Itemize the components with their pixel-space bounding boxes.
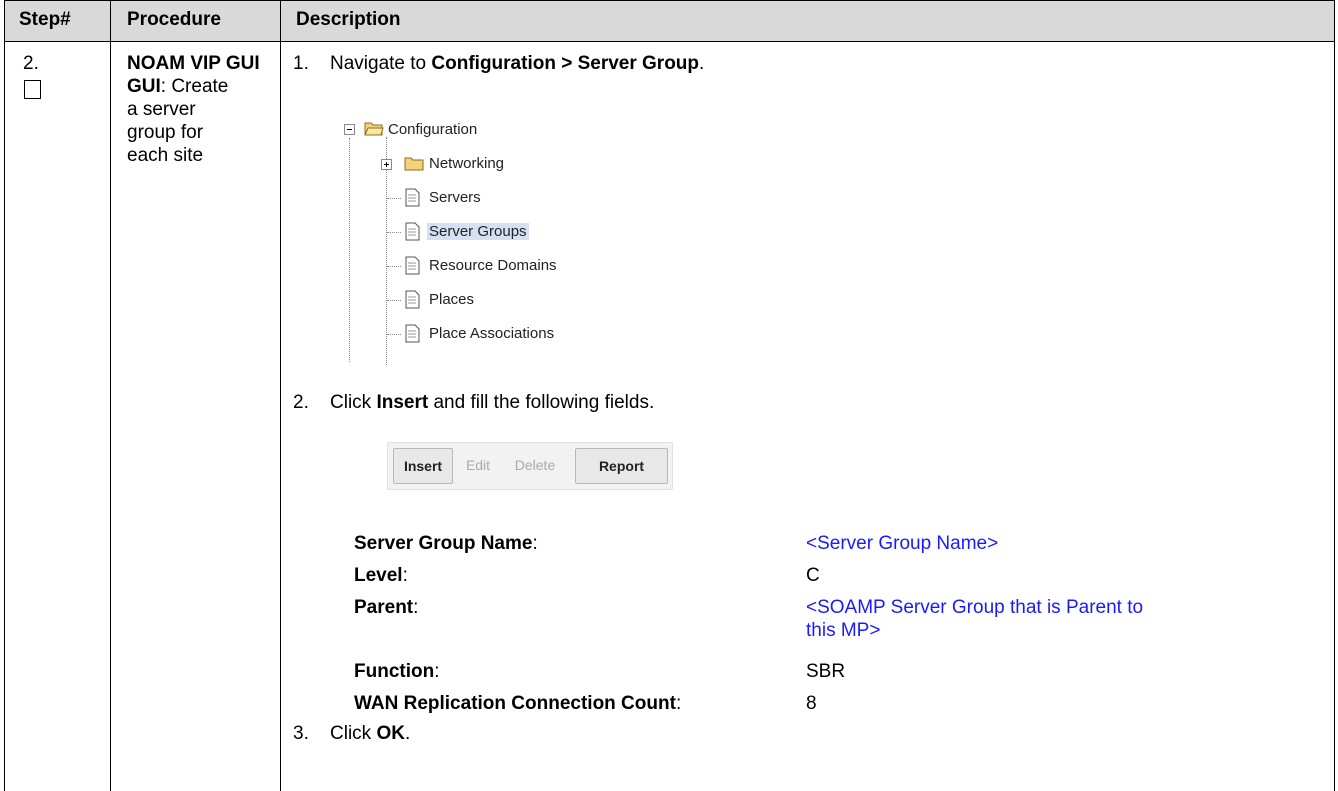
step1-path: Configuration > Server Group <box>431 53 700 74</box>
delete-button[interactable]: Delete <box>505 448 565 482</box>
field-label-server-group-name: Server Group Name: <box>354 533 538 554</box>
tree-connector <box>387 300 401 301</box>
table-top-border <box>4 0 1335 1</box>
step1-number: 1. <box>293 53 309 74</box>
collapse-icon[interactable] <box>344 124 355 135</box>
tree-connector <box>387 266 401 267</box>
tree-connector <box>387 334 401 335</box>
document-icon <box>405 188 420 207</box>
step2-action: Insert <box>376 392 429 413</box>
tree-guide-child <box>386 137 387 365</box>
field-value-parent: <SOAMP Server Group that is Parent to <box>806 597 1144 618</box>
field-label-level: Level: <box>354 565 408 586</box>
field-value-server-group-name: <Server Group Name> <box>806 533 999 554</box>
report-button[interactable]: Report <box>575 448 668 484</box>
step3-text: Click OK. <box>330 723 411 744</box>
step2-number: 2. <box>293 392 309 413</box>
procedure-title: NOAM VIP GUI <box>127 53 260 74</box>
field-value-wan-replication: 8 <box>806 693 817 714</box>
tree-connector <box>387 198 401 199</box>
step3-action: OK <box>376 723 405 744</box>
document-icon <box>405 222 420 241</box>
step3-number: 3. <box>293 723 309 744</box>
tree-guide-root <box>349 138 350 362</box>
field-label-function: Function: <box>354 661 440 682</box>
procedure-line-1: GUI: Create <box>127 76 229 97</box>
tree-item-networking[interactable]: Networking <box>429 155 504 172</box>
field-label-parent: Parent: <box>354 597 419 618</box>
tree-root-label[interactable]: Configuration <box>388 121 477 138</box>
tree-item-place-associations[interactable]: Place Associations <box>429 325 554 342</box>
tree-item-places[interactable]: Places <box>429 291 474 308</box>
field-value-parent-line2: this MP> <box>806 620 881 641</box>
procedure-line-3: group for <box>127 122 204 143</box>
open-folder-icon <box>364 122 384 136</box>
tree-item-resource-domains[interactable]: Resource Domains <box>429 257 557 274</box>
expand-icon[interactable] <box>381 159 392 170</box>
header-divider <box>4 41 1335 42</box>
field-label-wan-replication: WAN Replication Connection Count: <box>354 693 682 714</box>
table-left-border <box>4 0 5 791</box>
document-icon <box>405 324 420 343</box>
tree-connector <box>387 232 401 233</box>
step1-text: Navigate to Configuration > Server Group… <box>330 53 705 74</box>
column-divider-1 <box>110 0 111 791</box>
tree-item-server-groups[interactable]: Server Groups <box>427 223 529 240</box>
column-divider-2 <box>280 0 281 791</box>
procedure-line-2: a server <box>127 99 196 120</box>
header-description: Description <box>296 9 401 30</box>
edit-button[interactable]: Edit <box>458 448 498 482</box>
procedure-text: NOAM VIP GUI <box>127 52 260 75</box>
table-right-border <box>1334 0 1335 791</box>
header-step: Step# <box>19 9 71 30</box>
step-number: 2. <box>23 53 39 74</box>
step-checkbox[interactable] <box>24 80 41 99</box>
document-icon <box>405 256 420 275</box>
document-icon <box>405 290 420 309</box>
insert-button[interactable]: Insert <box>393 448 453 484</box>
tree-item-servers[interactable]: Servers <box>429 189 481 206</box>
field-value-level: C <box>806 565 820 586</box>
header-procedure: Procedure <box>127 9 221 30</box>
folder-icon <box>404 157 424 171</box>
step2-text: Click Insert and fill the following fiel… <box>330 392 655 413</box>
field-value-function: SBR <box>806 661 846 682</box>
procedure-line-4: each site <box>127 145 204 166</box>
